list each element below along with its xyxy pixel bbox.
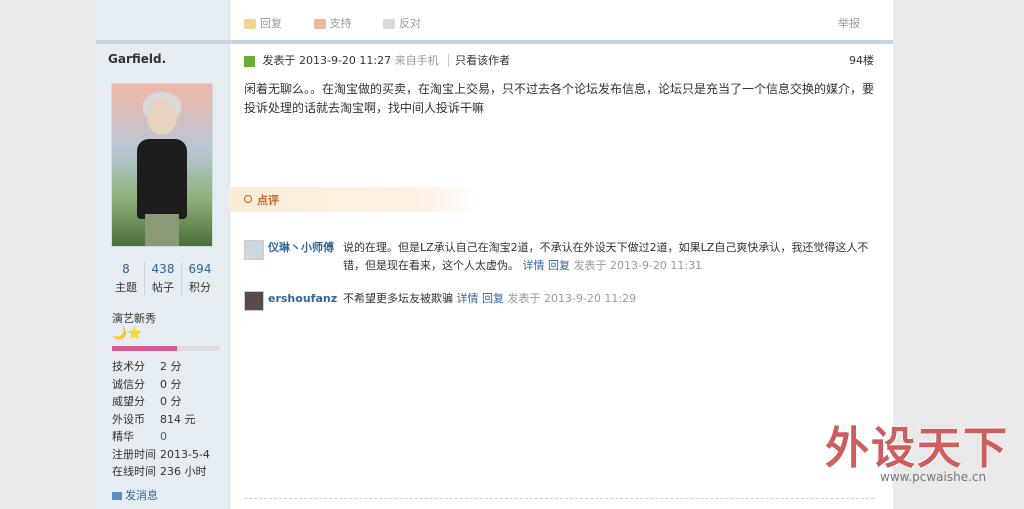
avatar[interactable]	[111, 83, 213, 247]
comment-detail-link[interactable]: 详情	[457, 292, 479, 305]
watermark-url: www.pcwaishe.cn	[880, 470, 987, 484]
reply-button[interactable]: 回复	[244, 17, 296, 30]
thumbs-up-icon	[313, 19, 326, 29]
user-info: 技术分 2 分 诚信分 0 分 威望分 0 分 外设币 814 元 精华 0 注册时间 20…	[112, 360, 210, 478]
stat-posts[interactable]: 438 帖子	[144, 262, 182, 295]
user-rank: 演艺新秀	[112, 312, 156, 325]
comment-reply-link[interactable]: 回复	[482, 292, 504, 305]
stat-threads[interactable]: 8 主题	[108, 262, 144, 295]
report-button[interactable]: 举报	[838, 15, 860, 31]
post-source[interactable]: 来自手机	[395, 54, 439, 67]
post-container: Garfield. 8 主题 438 帖子 694 积分 演艺新秀 🌙⭐ 技术分 2 分…	[96, 0, 893, 509]
comment-text: 不希望更多坛友被欺骗	[343, 292, 453, 305]
post-footer-divider	[244, 498, 874, 499]
reply-icon	[244, 19, 256, 29]
floor-number[interactable]: 94楼	[849, 52, 874, 68]
commenter-avatar[interactable]	[244, 291, 264, 311]
commenter-name[interactable]: 仪琳丶小师傅	[268, 239, 334, 257]
envelope-icon	[112, 492, 122, 500]
review-header: 点评	[229, 187, 476, 212]
commenter-avatar[interactable]	[244, 240, 264, 260]
oppose-button[interactable]: 反对	[383, 17, 435, 30]
only-author-link[interactable]: 只看该作者	[448, 54, 511, 67]
comment-detail-link[interactable]: 详情	[523, 259, 545, 272]
circle-icon	[244, 195, 252, 203]
post-header: 发表于 2013-9-20 11:27 来自手机 只看该作者 94楼	[244, 52, 874, 68]
comment-reply-link[interactable]: 回复	[548, 259, 570, 272]
post-time: 发表于 2013-9-20 11:27	[262, 54, 392, 67]
post-separator	[96, 40, 893, 44]
commenter-name[interactable]: ershoufanz	[268, 290, 337, 308]
post-actions: 回复 支持 反对 举报	[244, 15, 874, 31]
level-progress-bar	[112, 346, 220, 351]
send-message-link[interactable]: 发消息	[112, 487, 158, 503]
support-button[interactable]: 支持	[313, 17, 366, 30]
comment-time: 发表于 2013-9-20 11:31	[573, 259, 703, 272]
post-content: 闲着无聊么。。在淘宝做的买卖，在淘宝上交易，只不过去各个论坛发布信息，论坛只是充…	[244, 82, 875, 115]
author-name[interactable]: Garfield.	[108, 52, 166, 66]
comment-item: 仪琳丶小师傅 说的在理。但是LZ承认自己在淘宝2道，不承认在外设天下做过2道，如…	[244, 238, 874, 278]
user-stats: 8 主题 438 帖子 694 积分	[108, 262, 218, 296]
author-sidebar: Garfield. 8 主题 438 帖子 694 积分 演艺新秀 🌙⭐ 技术分 2 分…	[96, 0, 893, 509]
online-status-icon	[244, 55, 255, 67]
thumbs-down-icon	[383, 19, 395, 29]
watermark-logo: 外设天下	[825, 423, 1009, 474]
stat-points[interactable]: 694 积分	[182, 262, 218, 295]
comment-time: 发表于 2013-9-20 11:29	[507, 292, 637, 305]
medal-icons: 🌙⭐	[112, 326, 142, 340]
site-watermark: 外设天下 www.pcwaishe.cn	[825, 412, 1010, 492]
comment-item: ershoufanz 不希望更多坛友被欺骗 详情 回复 发表于 2013-9-2…	[244, 289, 874, 311]
